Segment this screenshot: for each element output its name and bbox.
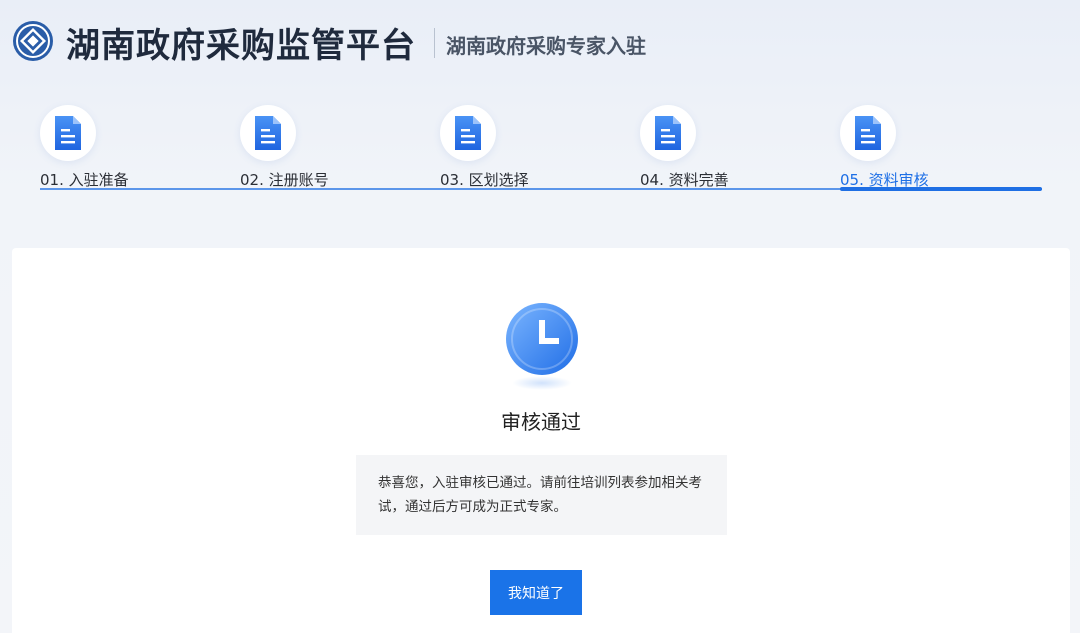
result-card: 审核通过 恭喜您，入驻审核已通过。请前往培训列表参加相关考试，通过后方可成为正式…: [12, 248, 1070, 633]
step-icon: [440, 105, 496, 161]
step-2: 02. 注册账号: [240, 105, 440, 189]
step-4: 04. 资料完善: [640, 105, 840, 189]
header: 湖南政府采购监管平台 湖南政府采购专家入驻: [0, 0, 1080, 90]
step-1: 01. 入驻准备: [40, 105, 240, 189]
page-subtitle: 湖南政府采购专家入驻: [446, 34, 646, 58]
platform-logo-icon: [13, 21, 53, 61]
step-label: 03. 区划选择: [440, 171, 529, 189]
title-divider: [434, 28, 435, 58]
step-5: 05. 资料审核: [840, 105, 1040, 189]
document-icon: [655, 116, 681, 150]
progress-steps: 01. 入驻准备 02. 注册账号 03. 区划选择 04. 资料完善 05. …: [40, 105, 1042, 195]
status-title: 审核通过: [501, 410, 581, 434]
step-icon: [40, 105, 96, 161]
step-label: 01. 入驻准备: [40, 171, 129, 189]
step-icon: [240, 105, 296, 161]
confirm-button[interactable]: 我知道了: [490, 570, 582, 615]
step-icon: [840, 105, 896, 161]
platform-title: 湖南政府采购监管平台: [66, 26, 416, 66]
step-label: 02. 注册账号: [240, 171, 329, 189]
message-box: 恭喜您，入驻审核已通过。请前往培训列表参加相关考试，通过后方可成为正式专家。: [356, 455, 727, 535]
step-3: 03. 区划选择: [440, 105, 640, 189]
document-icon: [455, 116, 481, 150]
clock-icon: [506, 303, 578, 375]
steps-active-indicator: [840, 187, 1042, 191]
step-icon: [640, 105, 696, 161]
document-icon: [855, 116, 881, 150]
step-label: 04. 资料完善: [640, 171, 729, 189]
document-icon: [255, 116, 281, 150]
document-icon: [55, 116, 81, 150]
clock-shadow: [512, 376, 572, 390]
